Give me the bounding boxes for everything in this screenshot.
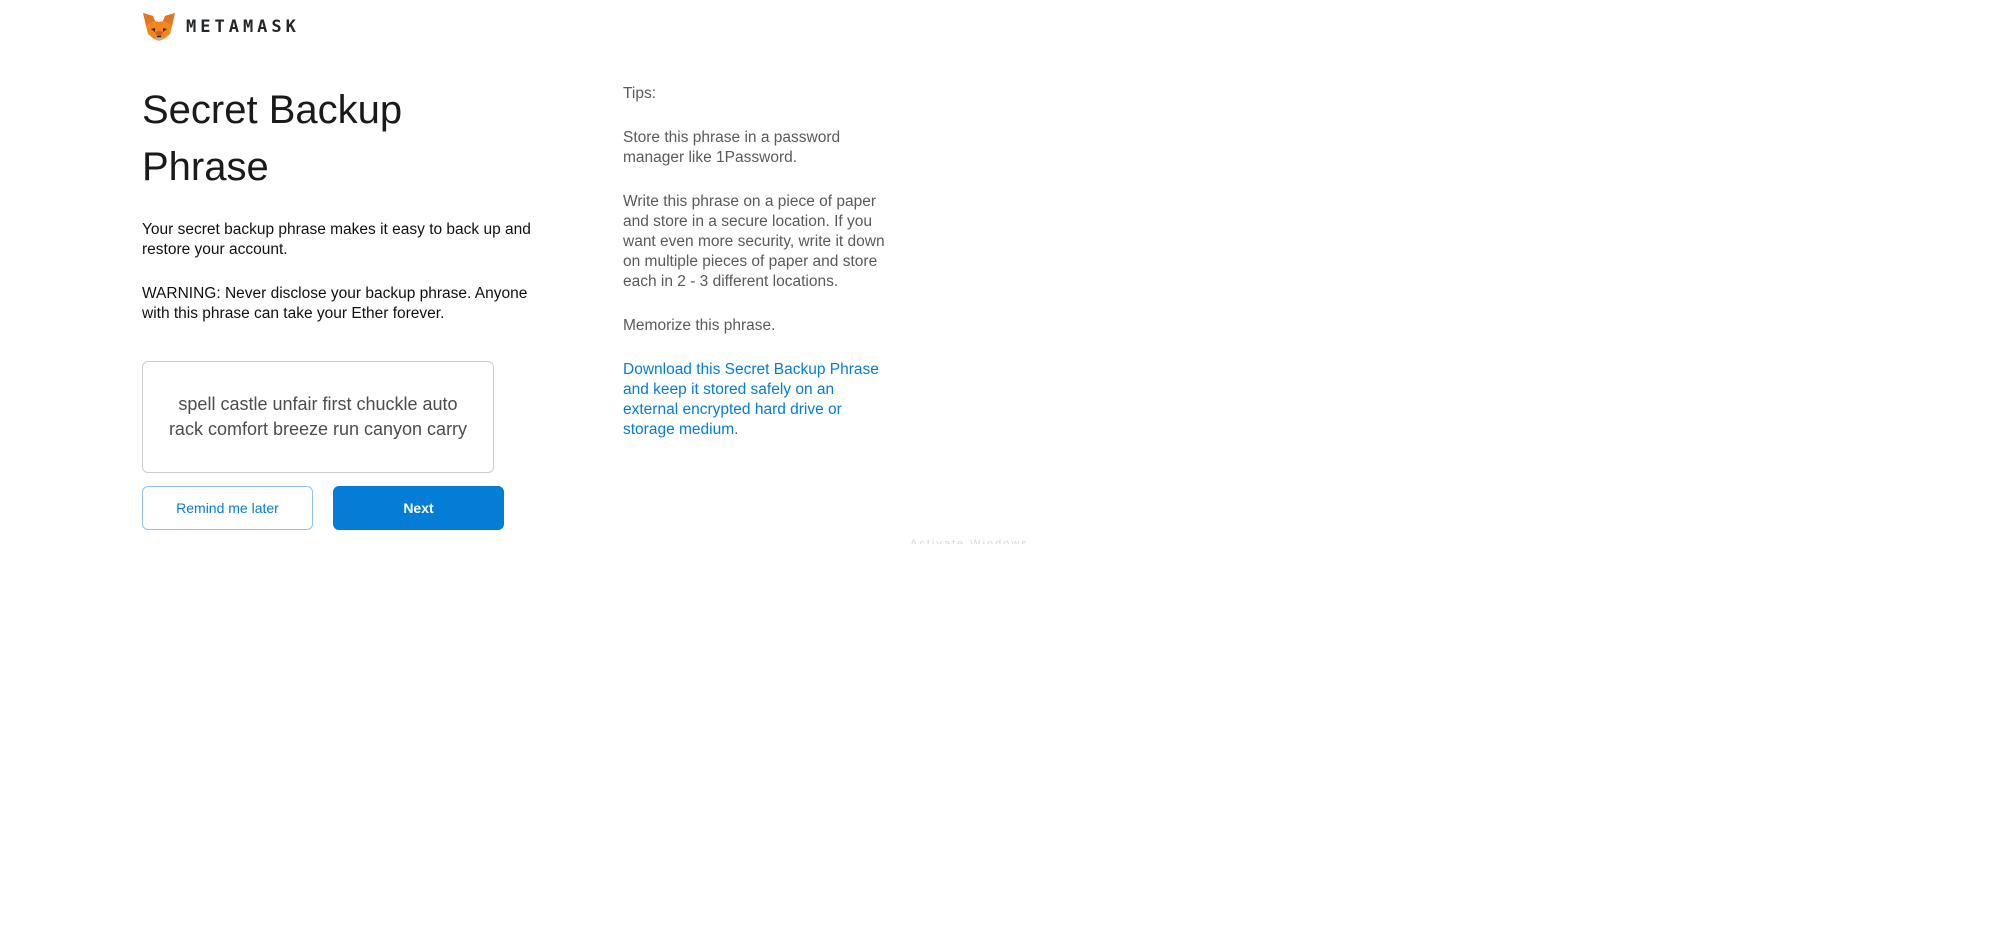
tip-item: Memorize this phrase. (623, 317, 776, 334)
remind-me-later-button[interactable]: Remind me later (142, 486, 313, 530)
secret-phrase-text: spell castle unfair first chuckle auto r… (168, 394, 468, 439)
warning-text: WARNING: Never disclose your backup phra… (142, 285, 528, 322)
tip-item: Store this phrase in a password manager … (623, 129, 841, 166)
faint-watermark: Activate Windows (910, 538, 1029, 544)
page-title: Secret Backup Phrase (142, 88, 403, 189)
description-text: Your secret backup phrase makes it easy … (142, 221, 531, 258)
download-phrase-link[interactable]: Download this Secret Backup Phrase and k… (623, 361, 879, 438)
brand-wordmark: METAMASK (186, 17, 300, 37)
tips-heading: Tips: (623, 85, 657, 102)
tip-download: Download this Secret Backup Phrase and k… (623, 360, 893, 440)
metamask-fox-icon (143, 13, 175, 41)
download-suffix: . (734, 421, 739, 438)
secret-phrase-box: spell castle unfair first chuckle auto r… (142, 361, 494, 473)
tip-item: Write this phrase on a piece of paper an… (623, 193, 885, 290)
logo[interactable]: METAMASK (142, 12, 300, 42)
tips-panel: Tips: Store this phrase in a password ma… (623, 84, 893, 464)
page: METAMASK Secret Backup Phrase Your secre… (0, 0, 1992, 950)
next-button[interactable]: Next (333, 486, 504, 530)
